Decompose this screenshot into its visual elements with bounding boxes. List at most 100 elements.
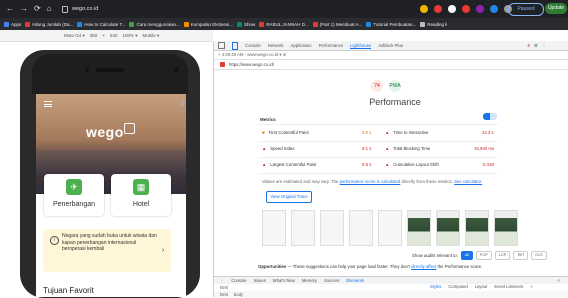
filmstrip-frame bbox=[291, 210, 315, 246]
hotel-icon: ▦ bbox=[133, 179, 149, 195]
metric-tti-value: 22.3 s bbox=[482, 130, 494, 135]
update-button[interactable]: Update bbox=[545, 3, 567, 14]
inspect-icon[interactable] bbox=[218, 42, 225, 49]
tab-layout[interactable]: Layout bbox=[475, 284, 488, 289]
extension-icon[interactable] bbox=[462, 5, 470, 13]
styles-tabs: Styles Computed Layout Event Listeners » bbox=[430, 284, 533, 289]
tab-styles[interactable]: Styles bbox=[430, 284, 441, 289]
metrics-view-toggle[interactable] bbox=[483, 113, 497, 120]
chip-cls[interactable]: CLS bbox=[531, 251, 547, 260]
close-drawer-icon[interactable]: × bbox=[558, 278, 560, 283]
tab-elements[interactable]: Elements bbox=[346, 278, 363, 283]
camera-icon bbox=[85, 68, 89, 72]
bookmark-item[interactable]: Reading li bbox=[420, 21, 447, 27]
directly-affect-link[interactable]: directly affect bbox=[411, 264, 436, 269]
bookmark-favicon-icon bbox=[237, 21, 243, 27]
metric-lcp-value: 5.5 s bbox=[362, 162, 372, 167]
device-toolbar: Moto G4 ▾ 360 × 640 100% ▾ Mobile ▾ bbox=[0, 30, 213, 42]
bookmark-item[interactable]: Show bbox=[237, 21, 255, 27]
address-text: wego.co.id bbox=[72, 6, 99, 12]
report-url[interactable]: https://www.wego.co.id/ bbox=[229, 62, 274, 67]
breadcrumb-body[interactable]: body bbox=[234, 292, 243, 297]
tab-issues[interactable]: Issues bbox=[254, 278, 266, 283]
notice-text: Negara yang sudah buka untuk wisata dan … bbox=[62, 233, 157, 252]
filmstrip-frame bbox=[349, 210, 373, 246]
star-icon[interactable] bbox=[420, 5, 428, 13]
more-icon[interactable]: ⋮ bbox=[542, 43, 546, 49]
tab-application[interactable]: Application bbox=[291, 43, 312, 48]
devtools-tabs: Console Network Application Performance … bbox=[214, 41, 568, 51]
tab-console[interactable]: Console bbox=[231, 278, 246, 283]
filmstrip-frame bbox=[407, 210, 431, 246]
chip-fcp[interactable]: FCP bbox=[476, 251, 492, 260]
chip-all[interactable]: All bbox=[460, 251, 474, 260]
reading-list-icon bbox=[420, 21, 426, 27]
address-bar[interactable]: wego.co.id bbox=[62, 4, 397, 15]
wego-logo: wego bbox=[86, 124, 124, 140]
alert-triangle-icon: ▲ bbox=[262, 162, 267, 167]
scrollbar[interactable] bbox=[181, 100, 184, 106]
see-calculator-link[interactable]: See calculator. bbox=[454, 179, 482, 184]
tab-event-listeners[interactable]: Event Listeners bbox=[494, 284, 523, 289]
dimension-separator: × bbox=[102, 33, 105, 38]
device-select[interactable]: Moto G4 ▾ bbox=[64, 33, 85, 39]
tab-console[interactable]: Console bbox=[245, 43, 261, 48]
zoom-select[interactable]: 100% ▾ bbox=[122, 33, 137, 39]
extension-icon[interactable] bbox=[476, 5, 484, 13]
forward-icon[interactable]: → bbox=[20, 5, 28, 15]
device-height[interactable]: 640 bbox=[110, 33, 118, 38]
extension-icon[interactable] bbox=[448, 5, 456, 13]
hotel-card[interactable]: ▦ Hotel bbox=[111, 174, 171, 216]
back-icon[interactable]: ← bbox=[6, 5, 14, 15]
bookmark-item[interactable]: (Part 1) Membuat A... bbox=[312, 21, 362, 27]
tab-whats-new[interactable]: What's New bbox=[273, 278, 295, 283]
devtools-actions: 8 ⚙ ⋮ bbox=[527, 43, 546, 49]
bookmark-item[interactable]: Kumpulan Ekstensi... bbox=[183, 21, 233, 27]
chip-tbt[interactable]: TBT bbox=[513, 251, 529, 260]
tab-adblock-plus[interactable]: Adblock Plus bbox=[378, 43, 403, 48]
drawer-menu-icon[interactable]: ⋮ bbox=[220, 278, 224, 283]
warnings-count[interactable]: 8 bbox=[527, 43, 529, 49]
tab-memory[interactable]: Memory bbox=[302, 278, 317, 283]
settings-icon[interactable]: ⚙ bbox=[534, 43, 538, 49]
tab-sources[interactable]: Sources bbox=[324, 278, 339, 283]
device-mode-icon[interactable] bbox=[232, 41, 238, 50]
report-selector[interactable]: + 4:48:48 AM - www.wego.co.id ▾ ⊘ bbox=[218, 52, 286, 58]
flights-card[interactable]: ✈ Penerbangan bbox=[44, 174, 104, 216]
throttle-select[interactable]: Mobile ▾ bbox=[142, 33, 159, 39]
bookmark-item[interactable]: Cara menggunakan... bbox=[129, 21, 180, 27]
metric-cls: ▲ Cumulative Layout Shift bbox=[385, 162, 439, 167]
extension-icon[interactable] bbox=[434, 5, 442, 13]
alert-triangle-icon: ▲ bbox=[385, 130, 390, 135]
score-badge-performance[interactable]: 74 bbox=[371, 80, 383, 92]
tab-performance[interactable]: Performance bbox=[319, 43, 344, 48]
tab-network[interactable]: Network bbox=[268, 43, 284, 48]
chip-lcp[interactable]: LCP bbox=[494, 251, 511, 260]
lighthouse-subbar: + 4:48:48 AM - www.wego.co.id ▾ ⊘ bbox=[214, 51, 568, 60]
bookmark-item[interactable]: Apps bbox=[4, 21, 21, 27]
tab-computed[interactable]: Computed bbox=[448, 284, 467, 289]
performance-title: Performance bbox=[369, 97, 421, 107]
bookmark-item[interactable]: Hitung Jumlah (Da... bbox=[25, 21, 73, 27]
breadcrumb-html[interactable]: html bbox=[220, 292, 228, 297]
paused-button[interactable]: Paused bbox=[508, 3, 544, 16]
home-icon[interactable]: ⌂ bbox=[47, 5, 52, 15]
reload-icon[interactable]: ⟳ bbox=[34, 5, 41, 15]
extension-icon[interactable] bbox=[490, 5, 498, 13]
score-badge-pwa[interactable]: PWA bbox=[389, 80, 401, 92]
tab-lighthouse[interactable]: Lighthouse bbox=[350, 43, 372, 49]
view-trace-button[interactable]: View Original Trace bbox=[266, 191, 312, 203]
more-tabs-icon[interactable]: » bbox=[530, 284, 532, 289]
dom-node[interactable]: html bbox=[220, 285, 228, 290]
chevron-right-icon[interactable]: › bbox=[162, 247, 164, 254]
bookmark-item[interactable]: RABUL JANNAH D... bbox=[259, 21, 309, 27]
bookmark-item[interactable]: Tutorial Pembuatan... bbox=[366, 21, 416, 27]
device-width[interactable]: 360 bbox=[90, 33, 98, 38]
filmstrip-frame bbox=[465, 210, 489, 246]
alert-triangle-icon: ▲ bbox=[385, 162, 390, 167]
bookmark-item[interactable]: How to Calculate T... bbox=[77, 21, 125, 27]
score-calculated-link[interactable]: performance score is calculated bbox=[340, 179, 401, 184]
hamburger-menu-icon[interactable] bbox=[44, 101, 52, 107]
warning-square-icon: ■ bbox=[262, 130, 265, 135]
section-title: Tujuan Favorit bbox=[43, 286, 94, 295]
